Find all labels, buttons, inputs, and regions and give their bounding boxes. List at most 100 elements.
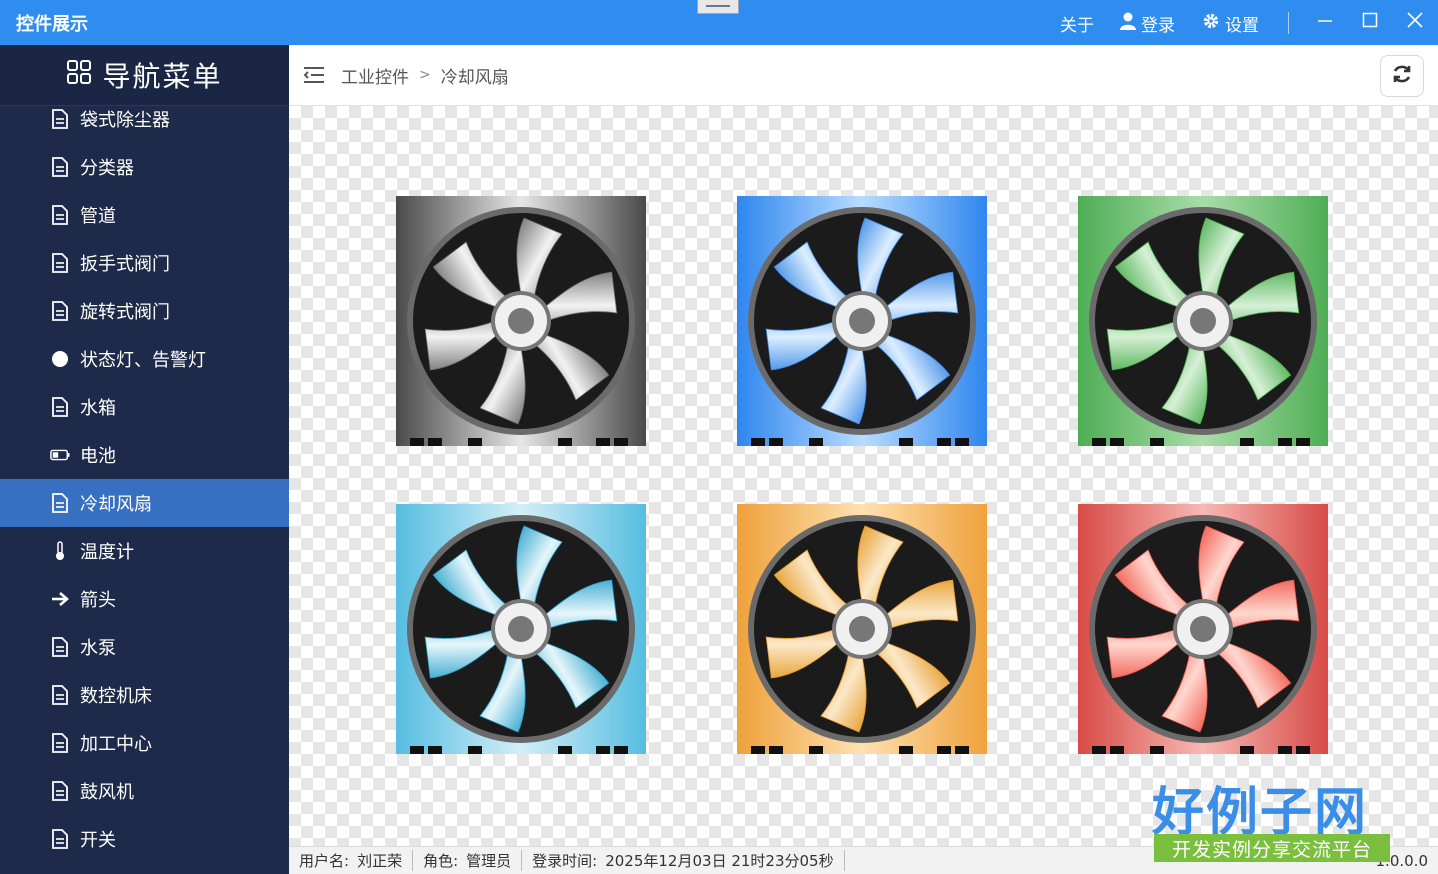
sidebar-item[interactable]: 扳手式阀门: [0, 239, 289, 287]
fan-graphic: [737, 196, 987, 446]
sidebar-item-label: 分类器: [80, 158, 134, 179]
document-icon: [50, 109, 70, 129]
breadcrumb-root[interactable]: 工业控件: [341, 63, 409, 88]
document-icon: [50, 157, 70, 177]
settings-label: 设置: [1225, 16, 1259, 36]
status-role-label: 角色:: [423, 852, 459, 870]
status-user-value: 刘正荣: [357, 852, 403, 870]
sidebar-item[interactable]: 水泵: [0, 623, 289, 671]
grid-icon: [66, 59, 92, 92]
cooling-fan-green[interactable]: [1078, 196, 1328, 446]
nav-list: 袋式除尘器分类器管道扳手式阀门旋转式阀门状态灯、告警灯 水箱电池冷却风扇温度计箭头…: [0, 95, 289, 863]
sidebar-item[interactable]: 冷却风扇: [0, 479, 289, 527]
nav-title: 导航菜单: [102, 60, 223, 93]
fan-graphic: [737, 504, 987, 754]
document-icon: [50, 205, 70, 225]
sidebar-item-label: 加工中心: [80, 734, 152, 755]
sidebar-item-label: 电池: [80, 446, 116, 467]
main-panel: 工业控件 > 冷却风扇 用户名: 刘正荣 角色: 管理员 登录时间: 2025年…: [289, 45, 1438, 874]
about-label: 关于: [1060, 16, 1094, 36]
status-login-time-label: 登录时间:: [532, 852, 598, 870]
user-icon: [1120, 12, 1136, 35]
status-login-time-value: 2025年12月03日 21时23分05秒: [605, 852, 834, 870]
fan-canvas: [289, 106, 1438, 846]
sidebar-item-label: 水泵: [80, 638, 116, 659]
refresh-icon: [1391, 63, 1413, 90]
login-button[interactable]: 登录: [1120, 11, 1175, 36]
chevron-right-icon: >: [419, 67, 431, 83]
document-icon: [50, 397, 70, 417]
drag-handle[interactable]: [697, 0, 739, 14]
status-user: 用户名: 刘正荣: [299, 850, 414, 871]
sidebar-item[interactable]: 电池: [0, 431, 289, 479]
cooling-fan-red[interactable]: [1078, 504, 1328, 754]
refresh-button[interactable]: [1380, 55, 1424, 97]
document-icon: [50, 781, 70, 801]
close-icon: [1407, 12, 1423, 32]
sidebar-item-label: 冷却风扇: [80, 494, 152, 515]
sidebar-item-label: 水箱: [80, 398, 116, 419]
titlebar-divider: [1288, 12, 1289, 34]
document-icon: [50, 733, 70, 753]
cooling-fan-gray[interactable]: [396, 196, 646, 446]
sidebar-item-label: 温度计: [80, 542, 134, 563]
sidebar-item-label: 旋转式阀门: [80, 302, 170, 323]
document-icon: [50, 685, 70, 705]
document-icon: [50, 829, 70, 849]
fan-graphic: [396, 504, 646, 754]
document-icon: [50, 301, 70, 321]
sidebar-item[interactable]: 开关: [0, 815, 289, 863]
sidebar-item[interactable]: 旋转式阀门: [0, 287, 289, 335]
sidebar-item[interactable]: 状态灯、告警灯: [0, 335, 289, 383]
fan-graphic: [1078, 504, 1328, 754]
maximize-button[interactable]: [1355, 8, 1385, 36]
title-bar: 控件展示 关于 登录 设置: [0, 0, 1438, 45]
sidebar-item-label: 数控机床: [80, 686, 152, 707]
sidebar-item[interactable]: 箭头: [0, 575, 289, 623]
maximize-icon: [1362, 12, 1378, 32]
close-button[interactable]: [1400, 8, 1430, 36]
document-icon: [50, 253, 70, 273]
breadcrumb-current: 冷却风扇: [440, 67, 509, 88]
sidebar-item[interactable]: 温度计: [0, 527, 289, 575]
sidebar-item-label: 箭头: [80, 590, 116, 611]
status-user-label: 用户名:: [299, 852, 350, 870]
minimize-button[interactable]: [1310, 8, 1340, 36]
settings-button[interactable]: 设置: [1202, 11, 1259, 36]
sidebar-item[interactable]: 加工中心: [0, 719, 289, 767]
sidebar-item[interactable]: 数控机床: [0, 671, 289, 719]
document-icon: [50, 637, 70, 657]
cooling-fan-blue[interactable]: [737, 196, 987, 446]
sidebar-item-label: 鼓风机: [80, 782, 134, 803]
fan-graphic: [396, 196, 646, 446]
sidebar-item-label: 开关: [80, 830, 116, 851]
battery-icon: [50, 445, 70, 465]
sidebar-item-label: 管道: [80, 206, 116, 227]
status-role-value: 管理员: [466, 852, 512, 870]
cooling-fan-orange[interactable]: [737, 504, 987, 754]
thermometer-icon: [50, 541, 70, 561]
status-role: 角色: 管理员: [423, 850, 523, 871]
document-icon: [50, 493, 70, 513]
sidebar-item-label: 扳手式阀门: [80, 254, 170, 275]
dot-icon: [50, 349, 70, 369]
nav-header: 导航菜单: [0, 45, 289, 106]
about-button[interactable]: 关于: [1060, 11, 1094, 36]
watermark-logo: 好例子网 开发实例分享交流平台: [1150, 770, 1390, 866]
sidebar-item[interactable]: 分类器: [0, 143, 289, 191]
breadcrumb: 工业控件 > 冷却风扇: [289, 45, 1438, 106]
sidebar-item[interactable]: 管道: [0, 191, 289, 239]
gear-icon: [1202, 12, 1220, 35]
app-title: 控件展示: [16, 14, 88, 35]
watermark-subtitle: 开发实例分享交流平台: [1154, 834, 1390, 862]
sidebar-item[interactable]: 鼓风机: [0, 767, 289, 815]
sidebar-item-label: 袋式除尘器: [80, 110, 170, 131]
sidebar-item-label: 状态灯、告警灯: [80, 350, 206, 371]
cooling-fan-cyan[interactable]: [396, 504, 646, 754]
sidebar: 袋式除尘器分类器管道扳手式阀门旋转式阀门状态灯、告警灯 水箱电池冷却风扇温度计箭头…: [0, 45, 289, 874]
fan-graphic: [1078, 196, 1328, 446]
status-login-time: 登录时间: 2025年12月03日 21时23分05秒: [532, 850, 845, 871]
minimize-icon: [1317, 12, 1333, 32]
menu-toggle-icon[interactable]: [303, 66, 325, 84]
sidebar-item[interactable]: 水箱: [0, 383, 289, 431]
